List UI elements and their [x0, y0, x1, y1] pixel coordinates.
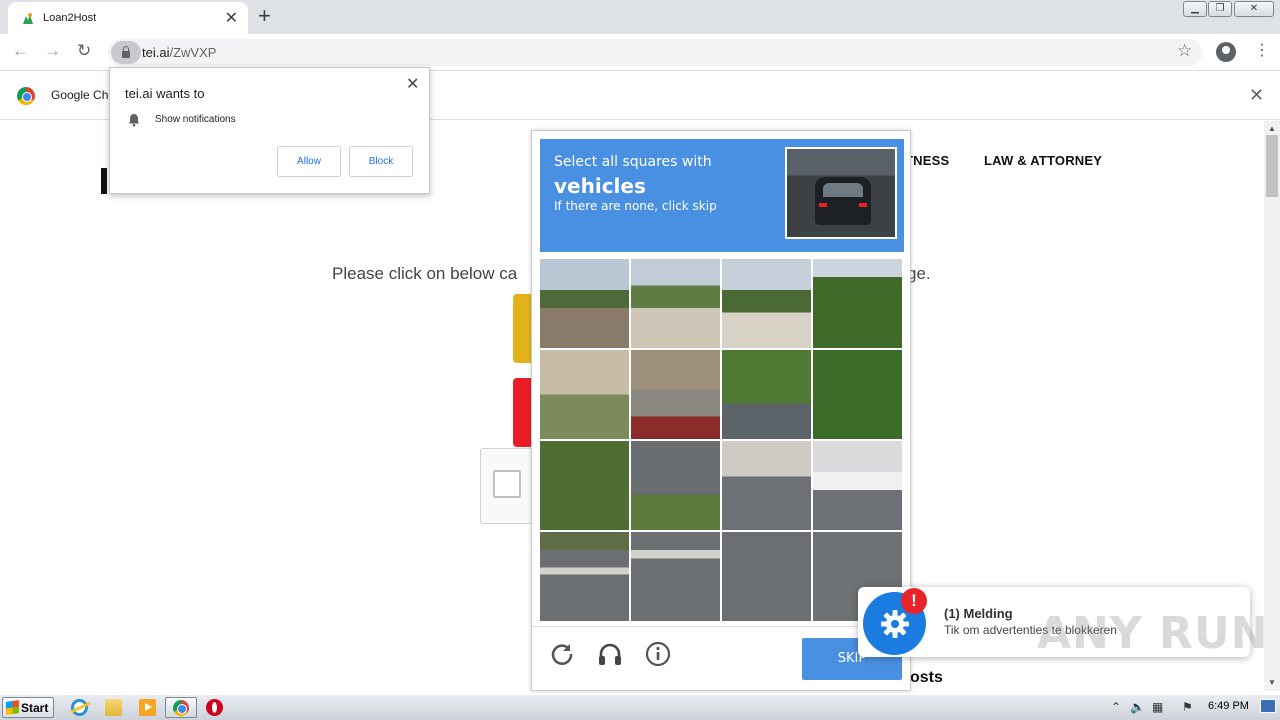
headphones-icon[interactable]: [597, 641, 623, 667]
captcha-skip-hint: If there are none, click skip: [554, 199, 717, 213]
tab-title: Loan2Host: [43, 12, 97, 24]
page-instruction-text: Please click on below ca: [332, 264, 518, 283]
notification-permission-prompt: tei.ai wants to ✕ Show notifications All…: [109, 67, 430, 194]
captcha-tile[interactable]: [540, 350, 629, 439]
bell-icon: [128, 114, 140, 127]
opera-icon[interactable]: [206, 699, 223, 716]
sample-car-image: [815, 177, 871, 225]
alert-badge: !: [901, 588, 927, 614]
infobar-close-icon[interactable]: ✕: [1249, 85, 1264, 106]
captcha-header: Select all squares with vehicles If ther…: [540, 139, 904, 252]
recaptcha-checkbox[interactable]: [493, 470, 521, 498]
nav-link-law-attorney[interactable]: LAW & ATTORNEY: [984, 153, 1102, 168]
refresh-icon[interactable]: [549, 641, 575, 667]
permission-close-icon[interactable]: ✕: [406, 74, 419, 94]
allow-button[interactable]: Allow: [277, 146, 341, 177]
site-logo[interactable]: [101, 168, 107, 194]
page-button-yellow[interactable]: [513, 294, 533, 363]
block-button[interactable]: Block: [349, 146, 413, 177]
anyrun-watermark: ANY RUN: [1037, 608, 1269, 659]
system-tray: ⌃ 🔈 ▦ ⚑: [1104, 697, 1280, 719]
captcha-instruction: Select all squares with: [554, 154, 712, 170]
captcha-tile[interactable]: [813, 441, 902, 530]
captcha-tile[interactable]: [813, 259, 902, 348]
start-button[interactable]: Start: [2, 697, 54, 718]
nav-link-fitness[interactable]: TNESS: [905, 153, 949, 168]
page-scrollbar[interactable]: [1264, 121, 1280, 691]
captcha-tile[interactable]: [722, 259, 811, 348]
scroll-down-arrow-icon[interactable]: ▼: [1268, 678, 1276, 687]
permission-label: Show notifications: [155, 114, 236, 125]
window-minimize-button[interactable]: ▁: [1183, 1, 1207, 17]
tab-strip: Loan2Host ✕ + ▁ ❐ ✕: [0, 0, 1280, 34]
permission-prompt-title: tei.ai wants to: [125, 86, 205, 101]
captcha-tile[interactable]: [631, 350, 720, 439]
url-host: tei.ai: [142, 45, 170, 60]
taskbar-clock[interactable]: 6:49 PM: [1208, 700, 1249, 712]
window-close-button[interactable]: ✕: [1234, 1, 1274, 17]
captcha-tile[interactable]: [540, 441, 629, 530]
captcha-footer: SKIP: [532, 626, 910, 691]
show-desktop-button[interactable]: [1260, 699, 1276, 713]
bookmark-star-icon[interactable]: ☆: [1177, 41, 1192, 61]
lock-icon-body: [122, 51, 130, 58]
network-icon[interactable]: ▦: [1152, 700, 1163, 714]
kebab-menu-icon[interactable]: ⋮: [1254, 40, 1270, 60]
captcha-tile[interactable]: [540, 259, 629, 348]
site-favicon-icon: [23, 13, 33, 24]
address-bar[interactable]: tei.ai/ZwVXP ☆: [108, 39, 1202, 66]
site-info-button[interactable]: [111, 41, 141, 64]
reload-icon[interactable]: ↻: [77, 41, 91, 61]
infobar-message: Google Ch: [51, 88, 109, 102]
captcha-tile[interactable]: [813, 350, 902, 439]
profile-avatar-icon[interactable]: [1216, 42, 1236, 62]
page-button-red[interactable]: [513, 378, 533, 447]
chrome-logo-icon: [17, 87, 35, 105]
captcha-tile[interactable]: [722, 532, 811, 621]
chrome-icon: [173, 700, 189, 716]
windows-taskbar: Start ⌃ 🔈 ▦ ⚑: [0, 694, 1280, 720]
window-maximize-button[interactable]: ❐: [1208, 1, 1232, 17]
scrollbar-thumb[interactable]: [1266, 135, 1278, 197]
captcha-tile[interactable]: [540, 532, 629, 621]
back-arrow-icon[interactable]: ←: [12, 41, 29, 61]
captcha-sample-image: [785, 147, 897, 239]
url-path: /ZwVXP: [169, 45, 217, 60]
internet-explorer-icon[interactable]: [71, 699, 88, 716]
captcha-tile[interactable]: [631, 259, 720, 348]
file-explorer-icon[interactable]: [105, 699, 122, 716]
start-label: Start: [21, 701, 49, 715]
tab-loan2host[interactable]: Loan2Host ✕: [8, 2, 248, 34]
taskbar-chrome-button[interactable]: [165, 697, 197, 718]
forward-arrow-icon[interactable]: →: [44, 41, 61, 61]
gear-icon: [881, 610, 909, 638]
url-text[interactable]: tei.ai/ZwVXP: [142, 45, 216, 60]
scroll-up-arrow-icon[interactable]: ▲: [1268, 124, 1276, 133]
tray-expand-icon[interactable]: ⌃: [1111, 700, 1121, 714]
action-center-flag-icon[interactable]: ⚑: [1182, 700, 1193, 714]
browser-toolbar: ← → ↻ tei.ai/ZwVXP ☆: [0, 34, 1280, 71]
toast-title: (1) Melding: [944, 606, 1013, 621]
captcha-tile[interactable]: [722, 441, 811, 530]
recaptcha-challenge: Select all squares with vehicles If ther…: [531, 130, 911, 691]
volume-icon[interactable]: 🔈: [1130, 700, 1145, 714]
captcha-target-word: vehicles: [554, 174, 646, 198]
tab-close-icon[interactable]: ✕: [225, 8, 238, 28]
captcha-image-grid: [540, 259, 902, 621]
new-tab-icon[interactable]: +: [258, 3, 271, 29]
media-player-icon[interactable]: [139, 699, 156, 716]
captcha-tile[interactable]: [631, 441, 720, 530]
captcha-tile[interactable]: [722, 350, 811, 439]
windows-logo-icon: [6, 700, 19, 715]
captcha-tile[interactable]: [631, 532, 720, 621]
info-icon[interactable]: [645, 641, 671, 667]
posts-heading: osts: [910, 669, 943, 686]
